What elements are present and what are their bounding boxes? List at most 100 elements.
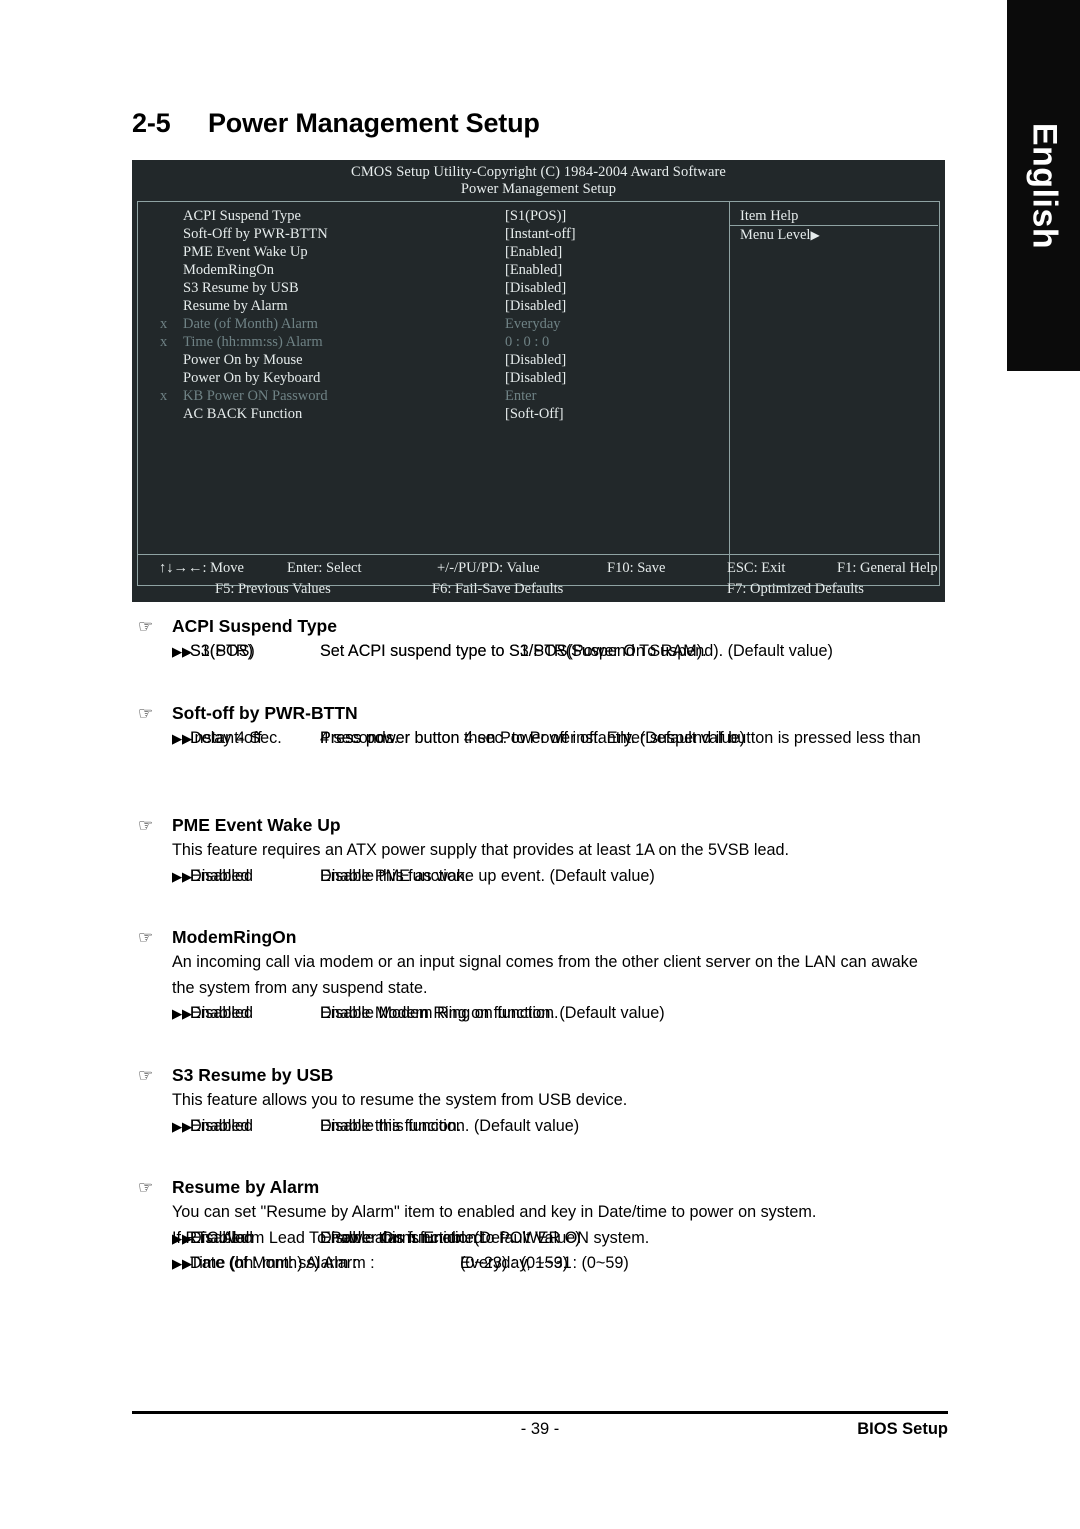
item-option-name: Enabled — [190, 1228, 250, 1247]
item-heading: ☞ PME Event Wake Up — [138, 813, 968, 838]
double-arrow-bullet-icon: ▶▶ — [172, 1006, 192, 1021]
footer-chapter-label: BIOS Setup — [857, 1420, 948, 1438]
bios-option-row[interactable]: Soft-Off by PWR-BTTN [Instant-off] — [138, 225, 729, 243]
bios-option-row[interactable]: AC BACK Function [Soft-Off] — [138, 405, 729, 423]
bios-option-row[interactable]: Power On by Keyboard [Disabled] — [138, 369, 729, 387]
bios-option-value[interactable]: [Enabled] — [505, 243, 562, 261]
bios-option-row[interactable]: x Time (hh:mm:ss) Alarm 0 : 0 : 0 — [138, 333, 729, 351]
menu-level-label: Menu Level▶ — [730, 226, 939, 245]
bios-options-panel: ACPI Suspend Type [S1(POS)] Soft-Off by PW… — [138, 202, 730, 585]
item-note: the system from any suspend state. — [172, 978, 428, 997]
bios-option-label: Power On by Mouse — [183, 352, 303, 368]
bios-option-row[interactable]: ModemRingOn [Enabled] — [138, 261, 729, 279]
bios-option-row[interactable]: x Date (of Month) Alarm Everyday — [138, 315, 729, 333]
bios-option-label: ACPI Suspend Type — [183, 208, 301, 224]
double-arrow-bullet-icon: ▶▶ — [172, 868, 192, 884]
bios-screenshot: CMOS Setup Utility-Copyright (C) 1984-20… — [132, 160, 945, 602]
manual-item-section: ☞ PME Event Wake Up This feature requires … — [138, 813, 968, 885]
bios-key-hint: F7: Optimized Defaults — [727, 581, 864, 597]
bios-option-row[interactable]: S3 Resume by USB [Disabled] — [138, 279, 729, 297]
item-heading-text: ACPI Suspend Type — [172, 616, 337, 636]
bios-key-hint: F10: Save — [607, 560, 666, 576]
item-option-description: Enable PME as wake up event. (Default va… — [320, 866, 655, 885]
bios-option-label: Power On by Keyboard — [183, 370, 321, 386]
bios-option-label: Time (hh:mm:ss) Alarm — [183, 334, 323, 350]
double-arrow-bullet-icon: ▶▶ — [172, 731, 192, 746]
item-option-description: Press power button 4 sec. to Power off. … — [320, 729, 921, 747]
double-arrow-bullet-icon: ▶▶ — [172, 1230, 192, 1246]
double-arrow-bullet-icon: ▶▶ — [172, 1256, 192, 1271]
bios-option-row[interactable]: Resume by Alarm [Disabled] — [138, 297, 729, 315]
item-heading-text: Resume by Alarm — [172, 1177, 320, 1197]
item-help-header: Item Help — [730, 207, 938, 226]
bios-option-label: Date (of Month) Alarm — [183, 316, 318, 332]
bios-option-value[interactable]: [S1(POS)] — [505, 207, 566, 225]
language-tab-label: English — [1025, 122, 1063, 249]
item-option-name: Enabled — [190, 866, 250, 885]
bios-option-row[interactable]: Power On by Mouse [Disabled] — [138, 351, 729, 369]
language-tab-english: English — [1007, 0, 1080, 371]
item-option-name: Enabled — [190, 1004, 250, 1022]
manual-item-section: ☞ S3 Resume by USB This feature allows you… — [138, 1063, 968, 1135]
bios-option-label: Soft-Off by PWR-BTTN — [183, 226, 328, 242]
bios-key-hint: F5: Previous Values — [215, 581, 331, 597]
bios-option-value[interactable]: [Disabled] — [505, 297, 566, 315]
bios-body: ACPI Suspend Type [S1(POS)] Soft-Off by PW… — [137, 201, 940, 586]
pointing-hand-icon: ☞ — [138, 816, 154, 835]
bios-option-value[interactable]: [Disabled] — [505, 351, 566, 369]
item-option-description: Enable Modem Ring on function. (Default … — [320, 1004, 665, 1022]
bios-option-label: AC BACK Function — [183, 406, 303, 422]
bios-key-hint: Enter: Select — [287, 560, 362, 576]
bios-item-help-panel: Item Help Menu Level▶ — [730, 202, 939, 585]
bios-option-label: ModemRingOn — [183, 262, 275, 278]
bios-option-row[interactable]: PME Event Wake Up [Enabled] — [138, 243, 729, 261]
pointing-hand-icon: ☞ — [138, 1178, 154, 1197]
bios-option-value[interactable]: [Enabled] — [505, 261, 562, 279]
pointing-hand-icon: ☞ — [138, 1066, 154, 1085]
item-note: This feature requires an ATX power suppl… — [172, 841, 789, 859]
manual-page: English 2-5 Power Management Setup CMOS S… — [0, 0, 1080, 1529]
bios-option-value[interactable]: [Disabled] — [505, 279, 566, 297]
section-number: 2-5 — [132, 108, 171, 138]
bios-option-value[interactable]: [Instant-off] — [505, 225, 576, 243]
bios-function-key-bar: ↑↓→←: Move Enter: Select +/-/PU/PD: Value F… — [137, 554, 940, 598]
bios-key-row-2: F5: Previous Values F6: Fail-Save Default… — [137, 579, 940, 600]
manual-item-section: ☞ Resume by Alarm You can set "Resume by A… — [138, 1175, 968, 1272]
bios-option-label: KB Power ON Password — [183, 388, 328, 404]
bios-option-value[interactable]: Enter — [505, 387, 536, 405]
bios-option-row[interactable]: x KB Power ON Password Enter — [138, 387, 729, 405]
bios-title-line-1: CMOS Setup Utility-Copyright (C) 1984-20… — [351, 164, 726, 180]
manual-item-section: ☞ ModemRingOn An incoming call via modem o… — [138, 925, 968, 1022]
bios-key-row-1: ↑↓→←: Move Enter: Select +/-/PU/PD: Value F… — [137, 558, 940, 579]
manual-item-section: ☞ Soft-off by PWR-BTTN ▶▶ Instant-off Press … — [138, 701, 968, 752]
bios-option-value[interactable]: 0 : 0 : 0 — [505, 333, 549, 351]
bios-option-value[interactable]: [Disabled] — [505, 369, 566, 387]
item-heading: ☞ Resume by Alarm — [138, 1175, 968, 1200]
bios-option-row[interactable]: ACPI Suspend Type [S1(POS)] — [138, 207, 729, 225]
item-heading: ☞ ModemRingOn — [138, 925, 968, 950]
item-option-name: Time (hh: mm: ss) Alarm : — [190, 1254, 375, 1272]
bios-option-label: S3 Resume by USB — [183, 280, 299, 296]
item-option-name: Enabled — [190, 1116, 250, 1135]
bios-option-value[interactable]: Everyday — [505, 315, 561, 333]
item-heading-text: ModemRingOn — [172, 927, 297, 947]
section-title-text: Power Management Setup — [208, 108, 540, 138]
item-option-description: Enable alarm function to POWER ON system… — [320, 1228, 650, 1247]
item-note: An incoming call via modem or an input s… — [172, 953, 918, 971]
double-arrow-bullet-icon: ▶▶ — [172, 644, 192, 659]
bios-key-hint: +/-/PU/PD: Value — [437, 560, 540, 576]
item-option-name: Delay 4 Sec. — [190, 729, 282, 747]
menu-level-text: Menu Level — [740, 227, 811, 243]
bios-option-disabled-marker: x — [160, 334, 168, 350]
bios-option-label: PME Event Wake Up — [183, 244, 308, 260]
item-note: You can set "Resume by Alarm" item to en… — [172, 1203, 817, 1221]
manual-item-section: ☞ ACPI Suspend Type ▶▶ S1(POS) Set ACPI susp… — [138, 614, 968, 660]
bios-key-hint: F6: Fail-Save Defaults — [432, 581, 564, 597]
bios-option-value[interactable]: [Soft-Off] — [505, 405, 564, 423]
pointing-hand-icon: ☞ — [138, 928, 154, 947]
bios-key-hint: ↑↓→←: Move — [159, 560, 244, 576]
bios-option-disabled-marker: x — [160, 388, 168, 404]
bios-option-disabled-marker: x — [160, 316, 168, 332]
item-option-name: S3(STR) — [190, 642, 253, 660]
bios-option-label: Resume by Alarm — [183, 298, 288, 314]
